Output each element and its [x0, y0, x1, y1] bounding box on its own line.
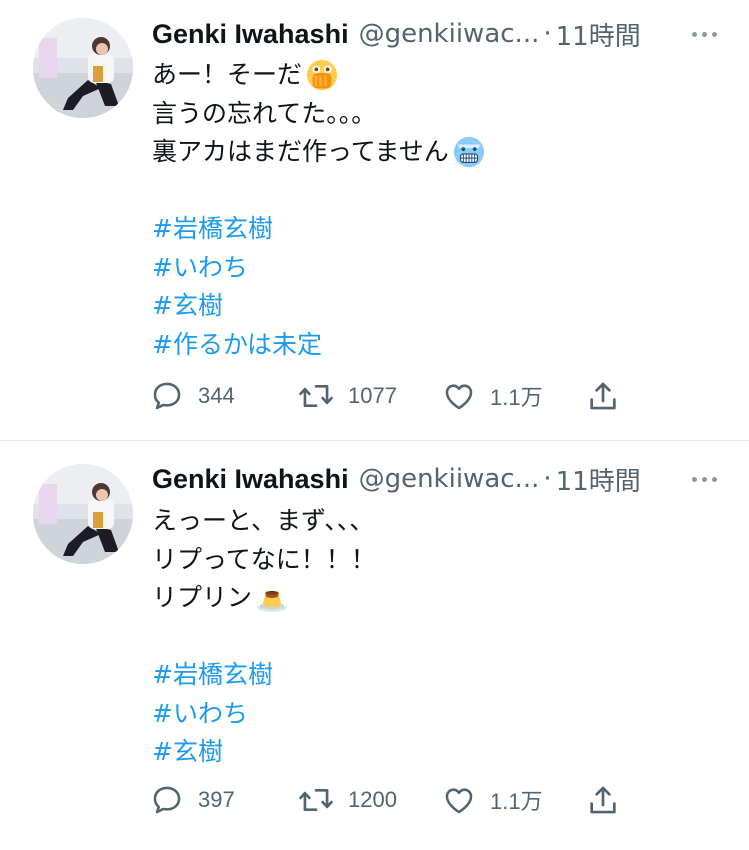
like-icon	[445, 788, 473, 814]
hashtag-link[interactable]: #玄樹	[152, 733, 223, 772]
reply-count: 344	[198, 383, 235, 408]
tweet-line: 裏アカはまだ作ってません	[152, 137, 449, 166]
hashtag-link[interactable]: #岩橋玄樹	[152, 656, 273, 695]
share-icon	[590, 382, 616, 410]
tweet[interactable]: Genki Iwahashi @genkiiwac... · 11時間 えっーと…	[0, 441, 749, 850]
more-icon[interactable]	[692, 31, 717, 37]
display-name[interactable]: Genki Iwahashi	[152, 464, 349, 495]
reply-icon	[153, 786, 181, 814]
hashtag-link[interactable]: #玄樹	[152, 287, 223, 326]
tweet-line: あー！そーだ	[152, 60, 303, 89]
hashtag-link[interactable]: #いわち	[152, 695, 248, 734]
separator-dot: ·	[543, 19, 552, 49]
avatar[interactable]	[33, 18, 133, 118]
timestamp[interactable]: 11時間	[556, 16, 641, 53]
tweet-line: えっーと、まず、、、	[152, 506, 375, 535]
tweet-line: リプってなに！！！	[152, 544, 376, 574]
retweet-button[interactable]: 1077	[298, 376, 397, 416]
retweet-icon	[299, 384, 333, 408]
retweet-button[interactable]: 1200	[298, 780, 397, 820]
timestamp[interactable]: 11時間	[556, 461, 641, 498]
hashtag-link[interactable]: #いわち	[152, 249, 248, 288]
avatar[interactable]	[33, 464, 133, 564]
tweet-line: 言うの忘れてた。。。	[152, 98, 377, 128]
reply-button[interactable]: 344	[150, 376, 235, 416]
tweet-actions: 344 1077 1.1万	[150, 376, 630, 416]
reply-count: 397	[198, 787, 235, 812]
like-count: 1.1万	[490, 789, 543, 814]
reply-button[interactable]: 397	[150, 780, 235, 820]
custard-pudding-emoji	[256, 591, 288, 613]
display-name[interactable]: Genki Iwahashi	[152, 19, 349, 50]
tweet-actions: 397 1200 1.1万	[150, 780, 630, 820]
like-count: 1.1万	[490, 385, 543, 410]
more-icon[interactable]	[692, 476, 717, 482]
share-icon	[590, 786, 616, 814]
face-with-open-eyes-and-hand-over-mouth-emoji	[306, 60, 338, 91]
tweet-text: えっーと、まず、、、 リプってなに！！！ リプリン #岩橋玄樹 #いわち #玄樹	[152, 502, 729, 772]
cold-face-emoji	[453, 137, 484, 168]
user-handle[interactable]: @genkiiwac...	[359, 19, 540, 49]
separator-dot: ·	[543, 464, 552, 494]
retweet-count: 1200	[348, 787, 397, 812]
user-handle[interactable]: @genkiiwac...	[359, 464, 540, 494]
hashtag-link[interactable]: #作るかは未定	[152, 326, 322, 365]
hashtag-link[interactable]: #岩橋玄樹	[152, 210, 273, 249]
like-button[interactable]: 1.1万	[442, 376, 543, 416]
share-button[interactable]	[586, 376, 620, 416]
share-button[interactable]	[586, 780, 620, 820]
tweet[interactable]: Genki Iwahashi @genkiiwac... · 11時間 あー！そ…	[0, 0, 749, 440]
like-icon	[445, 384, 473, 410]
tweet-text: あー！そーだ 言うの忘れてた。。。 裏アカはまだ作ってません #岩橋玄樹 #いわ…	[152, 56, 729, 364]
like-button[interactable]: 1.1万	[442, 780, 543, 820]
retweet-icon	[299, 788, 333, 812]
retweet-count: 1077	[348, 383, 397, 408]
tweet-line: リプリン	[152, 583, 253, 612]
reply-icon	[153, 382, 181, 410]
